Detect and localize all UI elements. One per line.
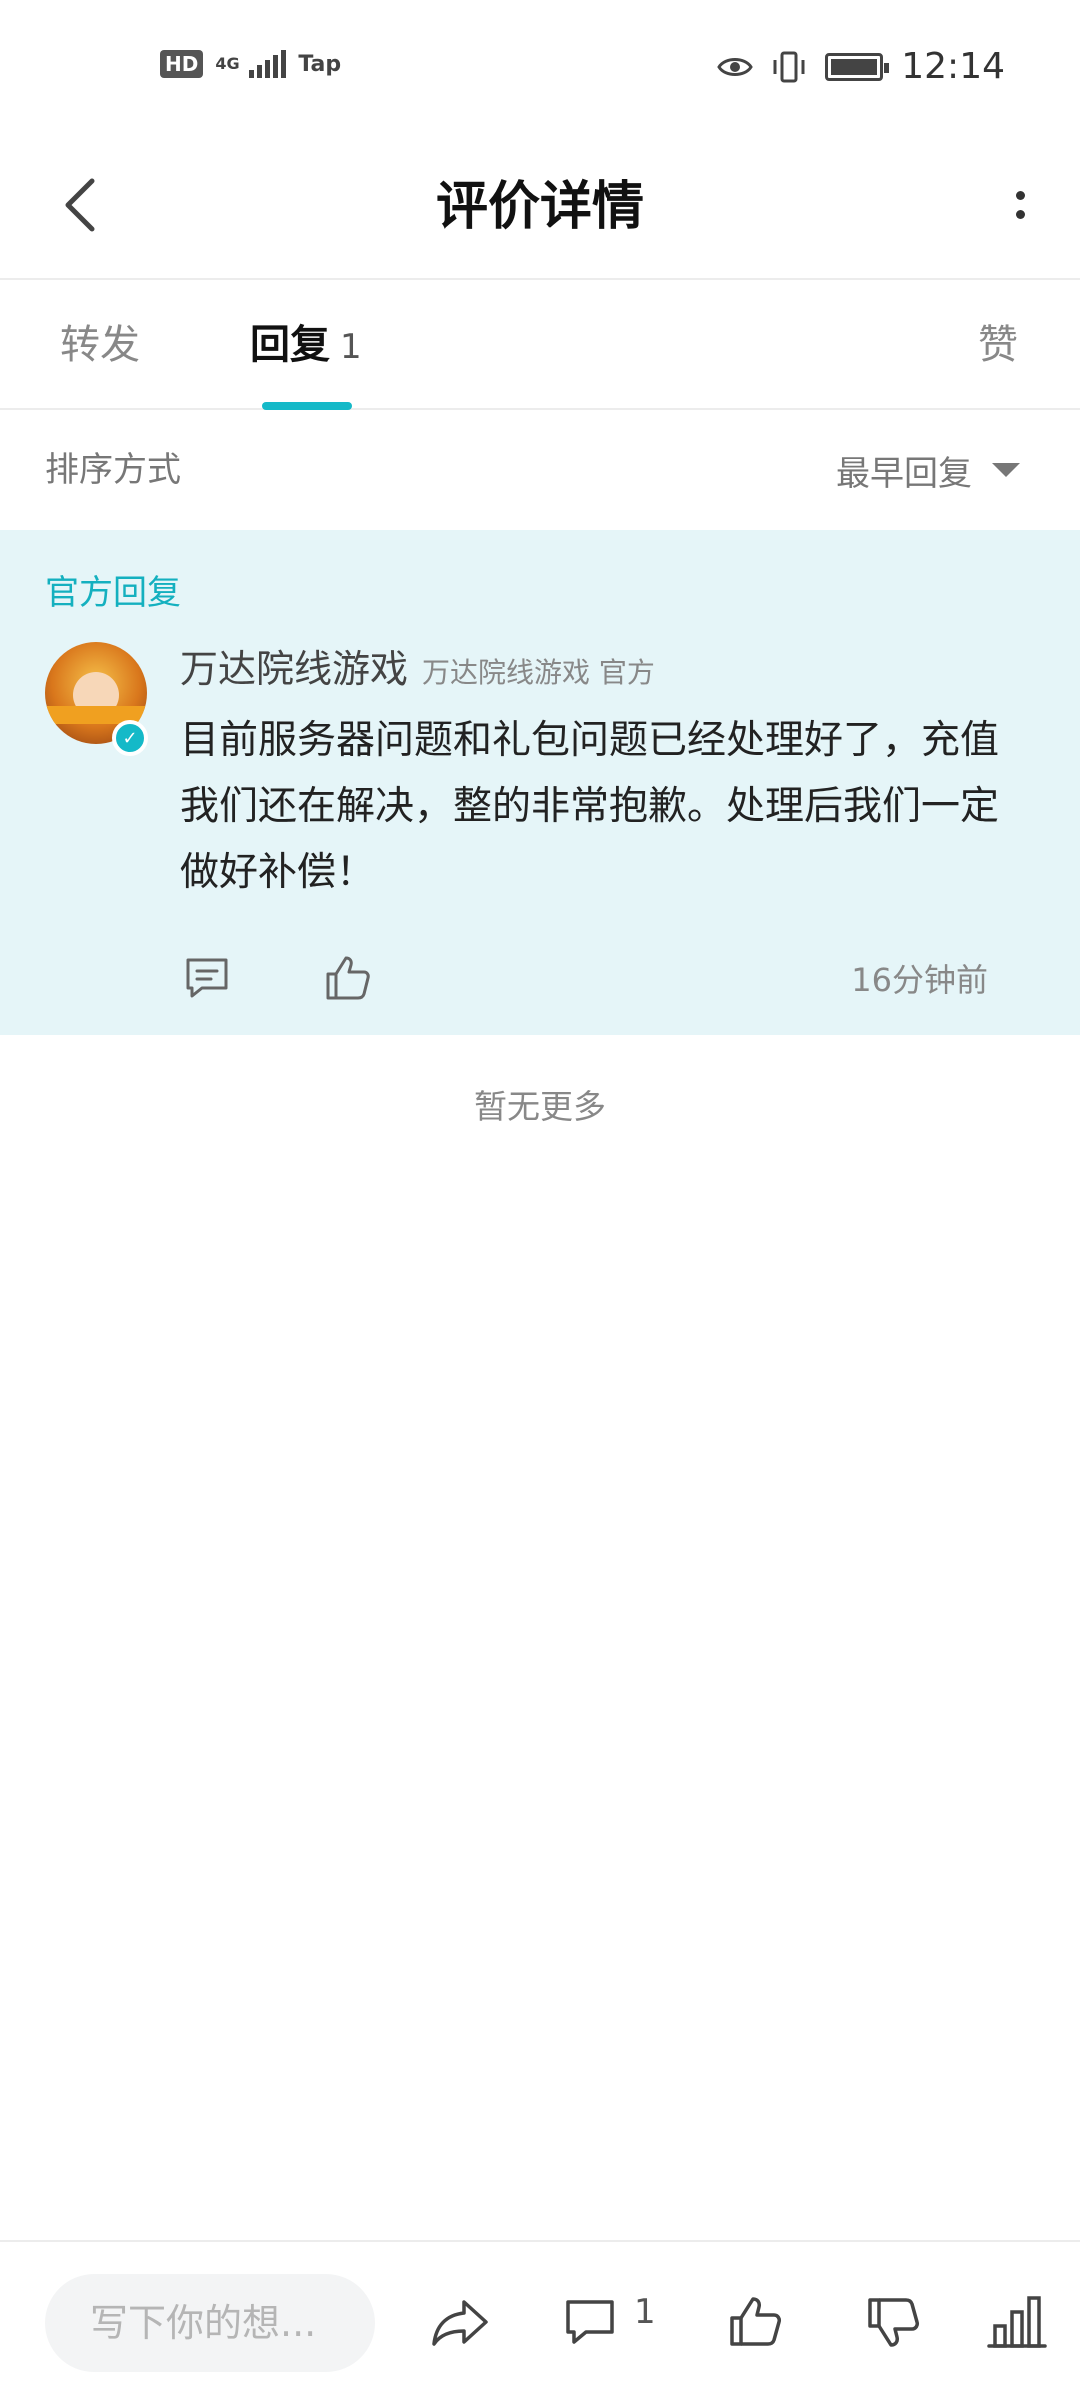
carrier-label: Tap [298, 51, 342, 77]
caret-down-icon [992, 463, 1020, 477]
upvote-button[interactable] [724, 2290, 788, 2354]
eye-icon [717, 57, 754, 76]
comment-icon [186, 958, 228, 998]
downvote-button[interactable] [862, 2290, 926, 2354]
tab-reply-count: 1 [340, 327, 362, 367]
network-type: 4G [215, 54, 240, 73]
back-button[interactable] [40, 165, 120, 245]
vibrate-icon [773, 51, 805, 82]
thumbs-down-icon [868, 2298, 919, 2347]
sort-row: 排序方式 最早回复 [0, 410, 1080, 530]
status-bar: HD 4G Tap 12:14 [0, 0, 1080, 135]
reply-timestamp: 16分钟前 [851, 961, 988, 999]
comment-bubble-icon [566, 2300, 614, 2344]
sort-dropdown[interactable]: 最早回复 [836, 410, 1020, 530]
battery-icon [825, 52, 890, 81]
page-title: 评价详情 [435, 177, 644, 237]
reply-text: 目前服务器问题和礼包问题已经处理好了，充值我们还在解决，整的非常抱歉。处理后我们… [180, 718, 1000, 895]
clock: 12:14 [901, 46, 1005, 87]
more-options-button[interactable] [980, 165, 1060, 245]
sort-selected-value: 最早回复 [836, 453, 972, 494]
author-row: 万达院线游戏 万达院线游戏 官方 [180, 638, 655, 693]
hd-badge: HD [160, 50, 204, 78]
list-end-text: 暂无更多 [474, 1087, 606, 1126]
tab-bar: 转发 回复 1 赞 [0, 280, 1080, 410]
tab-reply-label: 回复 [250, 322, 330, 368]
comment-count: 1 [634, 2292, 656, 2332]
share-icon [432, 2300, 488, 2346]
chevron-left-icon [65, 178, 95, 232]
reply-comment-button[interactable] [180, 950, 236, 1006]
author-subtitle: 万达院线游戏 官方 [422, 656, 655, 689]
official-reply-label: 官方回复 [45, 573, 181, 613]
signal-icon [249, 50, 287, 78]
tab-forward[interactable]: 转发 [60, 280, 140, 410]
more-vertical-icon [1015, 191, 1025, 200]
comment-input[interactable]: 写下你的想... [45, 2274, 375, 2372]
thumbs-up-icon [730, 2297, 781, 2346]
verified-badge-icon: ✓ [112, 720, 148, 756]
title-bar: 评价详情 [0, 135, 1080, 280]
sort-label: 排序方式 [45, 450, 181, 490]
share-button[interactable] [428, 2290, 492, 2354]
status-right: 12:14 [717, 46, 1005, 87]
official-reply-card: 官方回复 ✓ 万达院线游戏 万达院线游戏 官方 目前服务器问题和礼包问题已经处理… [0, 530, 1080, 1035]
bar-chart-icon [987, 2296, 1047, 2348]
tab-like[interactable]: 赞 [978, 280, 1018, 410]
tab-reply[interactable]: 回复 1 [250, 280, 362, 410]
bottom-action-bar: 写下你的想... [0, 2240, 1080, 2400]
stats-button[interactable] [985, 2290, 1049, 2354]
comment-button[interactable] [560, 2290, 624, 2354]
status-left: HD 4G Tap [160, 50, 341, 78]
tab-active-indicator [262, 402, 352, 410]
reply-like-button[interactable] [320, 950, 376, 1006]
author-name[interactable]: 万达院线游戏 [180, 638, 408, 693]
thumbs-up-icon [326, 956, 370, 1000]
